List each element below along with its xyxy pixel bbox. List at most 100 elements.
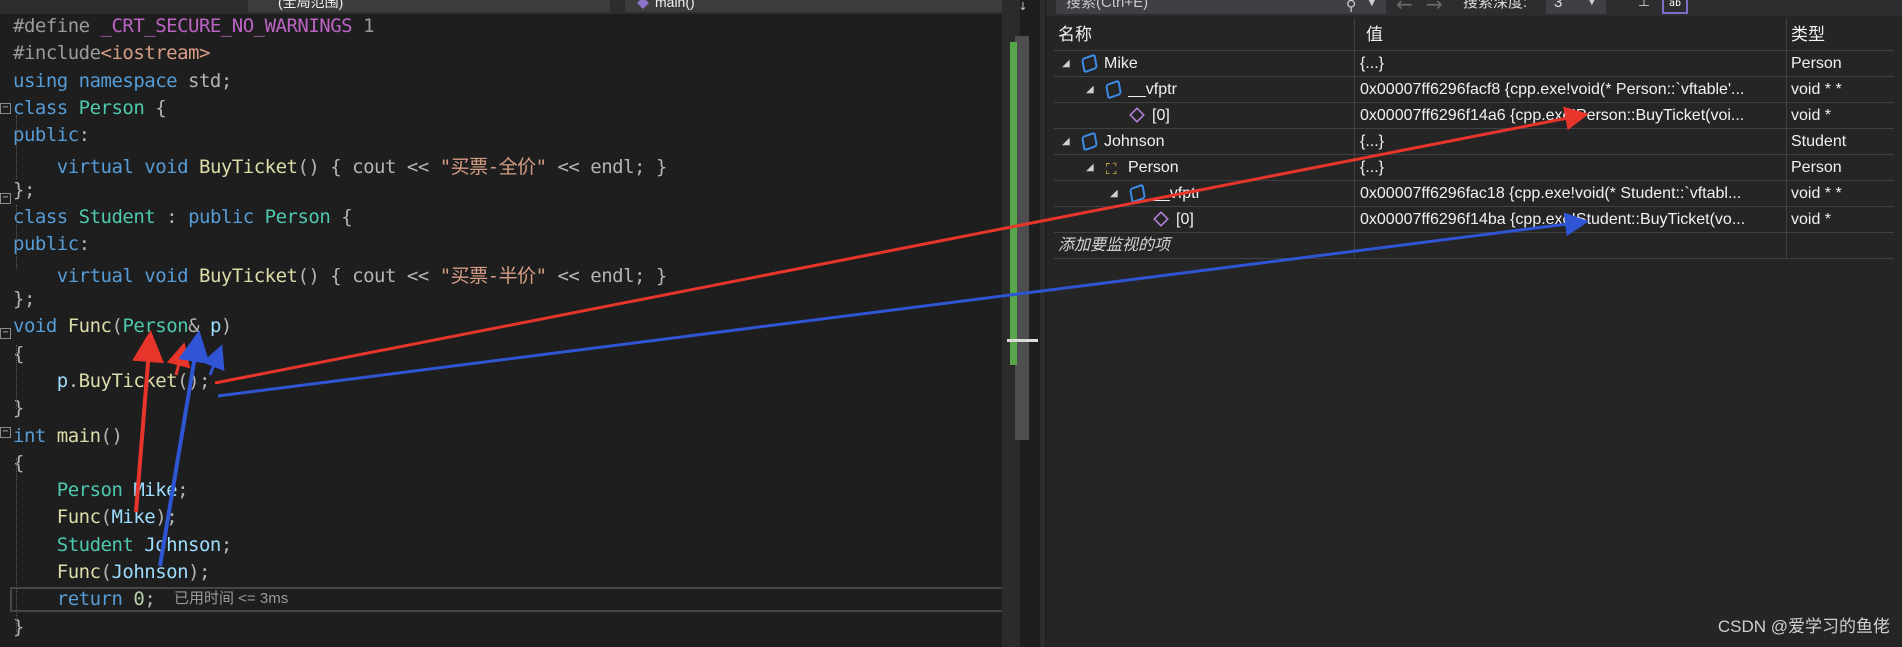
watch-row[interactable]: ◢ Johnson {...} Student [1054, 129, 1894, 154]
object-icon [1081, 53, 1098, 74]
code-line[interactable]: #include<iostream> [13, 42, 210, 69]
watch-row[interactable]: [0] 0x00007ff6296f14ba {cpp.exe!Student::… [1054, 207, 1894, 232]
hex-display-toggle[interactable]: ab [1662, 0, 1688, 14]
watch-type: void * [1791, 107, 1832, 124]
split-dropdown-icon[interactable]: ↓ [1014, 0, 1032, 13]
code-token: Mike [133, 479, 178, 502]
code-line[interactable]: } [13, 616, 24, 643]
watch-value[interactable]: 0x00007ff6296f14a6 {cpp.exe!Person::BuyT… [1360, 103, 1782, 128]
column-header-type[interactable]: 类型 [1791, 20, 1825, 50]
code-line[interactable]: class Student : public Person { [13, 206, 353, 233]
watch-row[interactable]: ◢ ⛶ Person {...} Person [1054, 155, 1894, 180]
search-previous-icon[interactable]: ← [1396, 0, 1413, 16]
row-divider [1054, 232, 1894, 233]
scrollbar-thumb[interactable] [1015, 36, 1029, 440]
scope-dropdown[interactable]: (全局范围) [248, 0, 610, 12]
code-token: p [56, 369, 68, 392]
code-line[interactable]: Func(Johnson); [13, 561, 211, 588]
fold-toggle-icon[interactable]: − [0, 193, 11, 204]
fold-toggle-icon[interactable]: − [0, 328, 11, 339]
code-token: "买票-半价" [439, 264, 547, 287]
code-line[interactable]: }; [13, 288, 35, 315]
indent-guide [16, 205, 17, 269]
code-token: int [13, 424, 46, 447]
code-line[interactable]: class Person { [13, 97, 167, 124]
watch-type: Person [1791, 159, 1842, 176]
expand-toggle-icon[interactable]: ◢ [1062, 129, 1070, 154]
pin-icon[interactable]: ⊥ [1634, 0, 1654, 12]
code-token: Person [56, 479, 123, 502]
code-token: class [13, 206, 68, 229]
expand-toggle-icon[interactable]: ◢ [1062, 51, 1070, 76]
expand-toggle-icon[interactable]: ◢ [1110, 181, 1118, 206]
code-line[interactable]: virtual void BuyTicket() { cout << "买票-半… [13, 261, 668, 288]
function-dropdown[interactable]: main() [625, 0, 1020, 12]
search-depth-label: 搜索深度: [1463, 0, 1528, 11]
watch-row[interactable]: [0] 0x00007ff6296f14a6 {cpp.exe!Person::B… [1054, 103, 1894, 128]
watch-value[interactable]: 0x00007ff6296fac18 {cpp.exe!void(* Stude… [1360, 181, 1782, 206]
object-icon [1105, 79, 1122, 100]
code-token: 1 [352, 15, 375, 37]
code-line[interactable]: p.BuyTicket(); [13, 369, 211, 397]
code-line[interactable]: public: [13, 124, 90, 151]
watch-row[interactable]: ◢ __vfptr 0x00007ff6296facf8 {cpp.exe!void… [1054, 77, 1894, 102]
expand-toggle-icon[interactable]: ◢ [1086, 155, 1094, 180]
code-token: () { cout << [297, 264, 440, 287]
code-line[interactable]: }; [13, 179, 35, 206]
code-token: ; [177, 479, 189, 502]
watch-type: void * * [1791, 81, 1842, 98]
code-line[interactable]: public: [13, 233, 90, 260]
code-line[interactable]: { [13, 452, 24, 479]
code-token: BuyTicket [199, 264, 298, 287]
indent-guide [16, 115, 17, 179]
code-token: p [209, 315, 221, 338]
search-options-dropdown-icon[interactable]: ▼ [1368, 0, 1376, 8]
code-line[interactable]: Student Johnson; [13, 534, 233, 561]
panel-splitter[interactable] [1040, 0, 1045, 647]
code-token: : [78, 233, 90, 256]
search-depth-select[interactable]: 3 [1546, 0, 1606, 14]
code-line[interactable]: Func(Mike); [13, 506, 178, 533]
elapsed-time-hint: 已用时间 <= 3ms [174, 590, 289, 607]
code-line[interactable]: { [13, 343, 24, 370]
code-token: ( [111, 315, 123, 338]
code-line[interactable]: } [13, 397, 24, 424]
watch-row[interactable]: ◢ __vfptr 0x00007ff6296fac18 {cpp.exe!void… [1054, 181, 1894, 206]
watch-value[interactable]: {...} [1360, 129, 1782, 154]
code-line[interactable]: using namespace std; [13, 70, 232, 97]
column-header-name[interactable]: 名称 [1058, 20, 1092, 50]
search-input[interactable]: 搜索(Ctrl+E) [1056, 0, 1386, 14]
watch-value[interactable]: 0x00007ff6296facf8 {cpp.exe!void(* Perso… [1360, 77, 1782, 102]
expand-toggle-icon[interactable]: ◢ [1086, 77, 1094, 102]
chevron-down-icon[interactable]: ▼ [1588, 0, 1596, 7]
code-token: }; [13, 288, 35, 310]
code-token: "买票-全价" [439, 155, 547, 178]
fold-toggle-icon[interactable]: − [0, 103, 11, 114]
code-line[interactable]: int main() [13, 424, 123, 452]
search-icon[interactable]: ⚲ [1346, 0, 1356, 14]
code-editor[interactable]: (全局范围) main() #define _CRT_SECURE_NO_WAR… [0, 0, 1020, 647]
code-line[interactable]: Person Mike; [13, 479, 189, 506]
code-token: Func [56, 506, 101, 529]
search-next-icon[interactable]: → [1426, 0, 1443, 16]
watch-value[interactable]: {...} [1360, 51, 1782, 76]
column-header-value[interactable]: 值 [1366, 20, 1383, 50]
watch-type: Person [1791, 55, 1842, 72]
watch-value[interactable]: 0x00007ff6296f14ba {cpp.exe!Student::Buy… [1360, 207, 1782, 232]
watch-name: [0] [1152, 107, 1170, 124]
watch-name: [0] [1176, 211, 1194, 228]
code-line[interactable]: #define _CRT_SECURE_NO_WARNINGS 1 [13, 15, 375, 42]
fold-toggle-icon[interactable]: − [0, 427, 11, 438]
watch-row[interactable]: ◢ Mike {...} Person [1054, 51, 1894, 76]
code-line[interactable]: virtual void BuyTicket() { cout << "买票-全… [13, 152, 668, 179]
code-token: & [188, 315, 210, 338]
add-watch-item[interactable]: 添加要监视的项 [1058, 233, 1170, 258]
code-line[interactable]: void Func(Person& p) [13, 315, 232, 342]
field-icon [1129, 107, 1145, 123]
watch-value[interactable]: {...} [1360, 155, 1782, 180]
